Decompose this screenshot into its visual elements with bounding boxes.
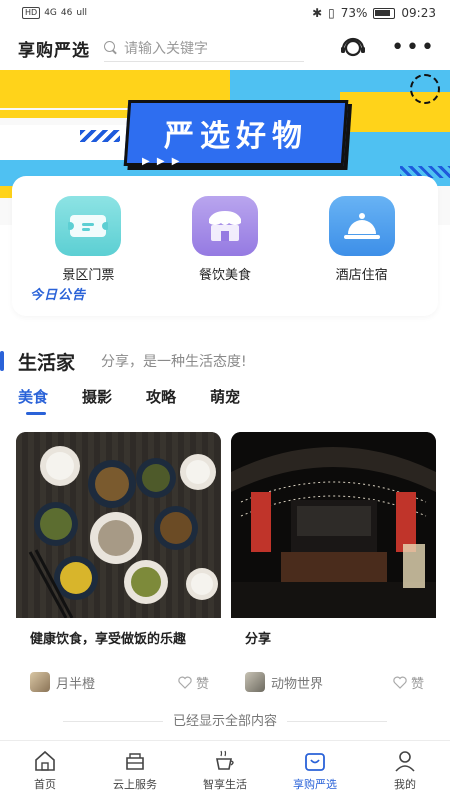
vibrate-icon: ▯ <box>328 6 335 20</box>
quick-menu-label: 酒店住宿 <box>335 268 388 283</box>
page-title: 享购严选 <box>18 40 90 61</box>
nav-label: 享购严选 <box>293 777 337 791</box>
quick-menu-hotel[interactable]: 酒店住宿 <box>307 196 417 283</box>
food-photo <box>16 432 221 618</box>
search-box[interactable]: 请输入关键字 <box>104 34 304 62</box>
post-meta: 月半橙 赞 <box>30 672 209 692</box>
heart-icon <box>393 676 407 689</box>
status-right: ✱ ▯ 73% 09:23 <box>312 6 436 20</box>
bottom-nav: 首页 云上服务 智享生活 享购严选 我的 <box>0 740 450 800</box>
network-indicator-2: 46 <box>60 8 73 18</box>
author-name[interactable]: 月半橙 <box>56 673 95 692</box>
header-actions: ••• <box>339 36 436 60</box>
search-icon <box>104 40 118 55</box>
ticket-icon <box>55 196 122 256</box>
battery-percent: 73% <box>340 6 368 20</box>
life-section-header: 生活家 分享，是一种生活态度! <box>0 346 450 376</box>
status-bar: HD 4G 46 ull ✱ ▯ 73% 09:23 <box>0 0 450 26</box>
like-button[interactable]: 赞 <box>178 673 209 692</box>
heart-icon <box>178 676 192 689</box>
quick-menu-card: 景区门票 餐饮美食 酒店住宿 今日公告 <box>12 176 438 316</box>
post-title: 健康饮食，享受做饭的乐趣 <box>30 632 187 647</box>
search-placeholder: 请输入关键字 <box>124 40 208 57</box>
section-subtitle: 分享，是一种生活态度! <box>101 354 247 370</box>
end-of-list-label: 已经显示全部内容 <box>172 714 277 729</box>
quick-menu-tickets[interactable]: 景区门票 <box>33 196 143 283</box>
clock: 09:23 <box>401 6 436 20</box>
avatar[interactable] <box>245 672 265 692</box>
tab-food[interactable]: 美食 <box>18 386 48 415</box>
more-icon[interactable]: ••• <box>391 37 436 59</box>
quick-menu-row: 景区门票 餐饮美食 酒店住宿 <box>12 196 438 283</box>
section-title: 生活家 <box>18 351 76 374</box>
store-icon <box>191 196 258 256</box>
end-of-list-text: 已经显示全部内容 <box>0 710 450 729</box>
bluetooth-icon: ✱ <box>312 6 323 20</box>
home-icon <box>35 750 55 771</box>
nav-profile[interactable]: 我的 <box>360 741 450 800</box>
nav-cloud-service[interactable]: 云上服务 <box>90 741 180 800</box>
shopping-bag-icon <box>305 752 325 771</box>
tab-guides[interactable]: 攻略 <box>146 386 176 415</box>
cloche-icon <box>328 196 395 256</box>
hd-indicator: HD <box>22 7 41 19</box>
network-indicator: 4G <box>44 8 57 18</box>
like-button[interactable]: 赞 <box>393 673 424 692</box>
post-card[interactable]: 健康饮食，享受做饭的乐趣 月半橙 赞 <box>16 432 221 702</box>
app-header: 享购严选 请输入关键字 ••• <box>0 26 450 70</box>
nav-label: 云上服务 <box>113 777 157 791</box>
daily-notice[interactable]: 今日公告 <box>30 284 86 303</box>
quick-menu-label: 景区门票 <box>62 268 115 283</box>
battery-icon <box>373 7 396 19</box>
nav-label: 智享生活 <box>203 777 247 791</box>
banner-headline: 严选好物 <box>164 119 308 154</box>
quick-menu-label: 餐饮美食 <box>198 268 251 283</box>
cup-icon <box>216 750 234 770</box>
nav-smart-life[interactable]: 智享生活 <box>180 741 270 800</box>
nav-label: 首页 <box>34 777 56 791</box>
like-label: 赞 <box>410 676 424 692</box>
post-card[interactable]: 分享 动物世界 赞 <box>231 432 436 702</box>
cloud-service-icon <box>126 752 144 770</box>
nav-shopping[interactable]: 享购严选 <box>270 741 360 800</box>
like-label: 赞 <box>195 676 209 692</box>
avatar[interactable] <box>30 672 50 692</box>
profile-icon <box>395 750 415 772</box>
section-accent-bar <box>0 351 4 371</box>
tab-photography[interactable]: 摄影 <box>82 386 112 415</box>
status-indicators: HD 4G 46 ull <box>22 7 87 19</box>
nav-home[interactable]: 首页 <box>0 741 90 800</box>
category-tabs: 美食 摄影 攻略 萌宠 <box>18 386 240 415</box>
author-name[interactable]: 动物世界 <box>271 673 323 692</box>
post-title: 分享 <box>245 632 272 647</box>
concert-photo <box>231 432 436 618</box>
post-meta: 动物世界 赞 <box>245 672 424 692</box>
customer-service-icon[interactable] <box>339 36 367 60</box>
tab-pets[interactable]: 萌宠 <box>210 386 240 415</box>
quick-menu-dining[interactable]: 餐饮美食 <box>170 196 280 283</box>
nav-label: 我的 <box>394 777 416 791</box>
app-screen: HD 4G 46 ull ✱ ▯ 73% 09:23 享购严选 请输入关键字 •… <box>0 0 450 800</box>
signal-icon: ull <box>76 8 88 18</box>
banner-arrows: ▶ ▶ ▶ <box>142 156 182 167</box>
